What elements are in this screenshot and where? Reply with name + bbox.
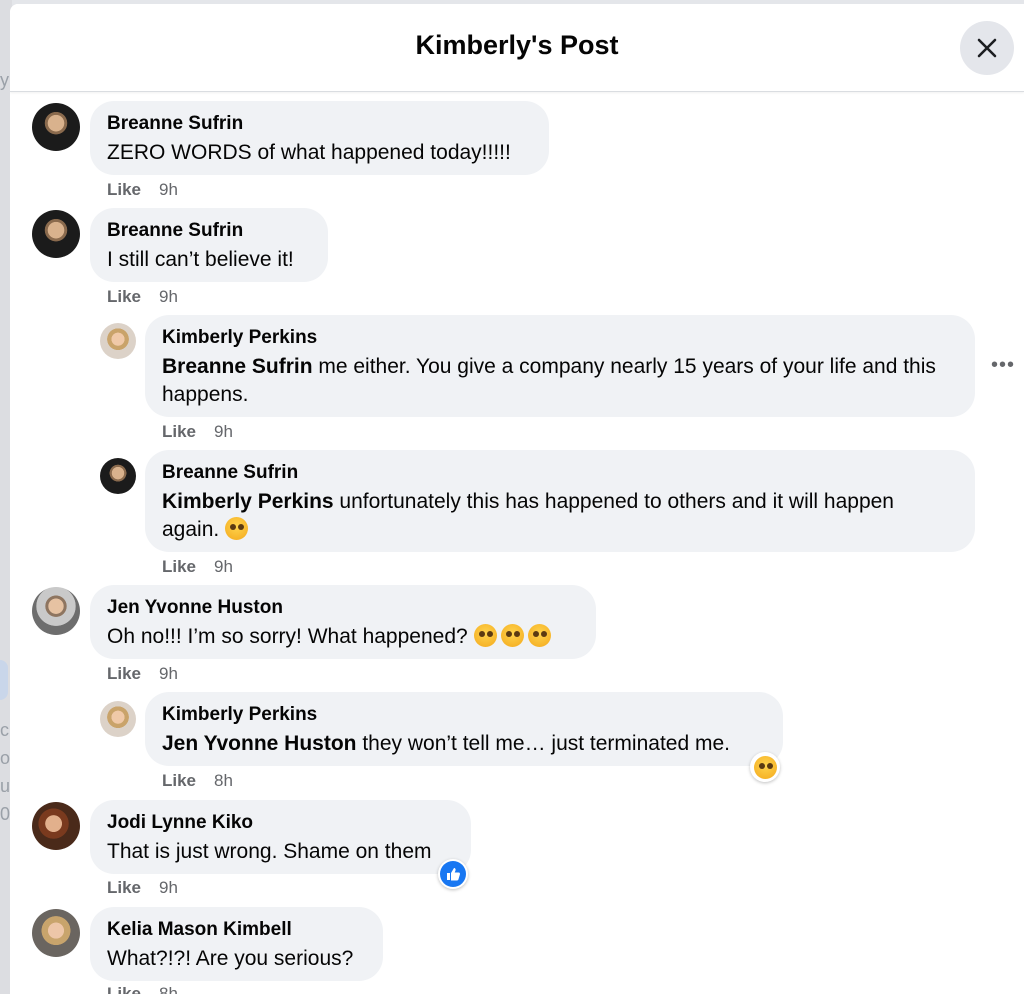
wow-reaction-icon: [753, 755, 777, 779]
comment-bubble: Jodi Lynne Kiko That is just wrong. Sham…: [90, 800, 471, 874]
disappointed-face-icon: [225, 517, 249, 540]
like-button[interactable]: Like: [107, 984, 141, 994]
comment-bubble: Kimberly Perkins Jen Yvonne Huston they …: [145, 692, 783, 766]
comment-text: Kimberly Perkins unfortunately this has …: [162, 490, 894, 541]
avatar[interactable]: [100, 701, 136, 737]
comment-actions: Like 9h: [162, 557, 233, 577]
comment-text: That is just wrong. Shame on them: [107, 840, 432, 863]
avatar[interactable]: [32, 587, 80, 635]
comment-author[interactable]: Jen Yvonne Huston: [107, 597, 578, 619]
comment-author[interactable]: Jodi Lynne Kiko: [107, 812, 453, 834]
comment-actions: Like 8h: [162, 771, 233, 791]
avatar[interactable]: [32, 103, 80, 151]
comment-bubble: Breanne Sufrin Kimberly Perkins unfortun…: [145, 450, 975, 552]
comment-bubble: Jen Yvonne Huston Oh no!!! I’m so sorry!…: [90, 585, 596, 659]
comment-actions: Like 9h: [162, 422, 233, 442]
post-modal: Kimberly's Post Breanne Sufrin ZERO WORD…: [10, 4, 1024, 994]
like-button[interactable]: Like: [107, 287, 141, 306]
comment-author[interactable]: Kimberly Perkins: [162, 327, 957, 349]
comment-author[interactable]: Breanne Sufrin: [162, 462, 957, 484]
modal-header: Kimberly's Post: [10, 4, 1024, 92]
comment-time[interactable]: 9h: [214, 422, 233, 441]
like-button[interactable]: Like: [162, 422, 196, 441]
comment-author[interactable]: Breanne Sufrin: [107, 220, 310, 242]
comment-text: Breanne Sufrin me either. You give a com…: [162, 355, 936, 406]
thumbs-up-icon: [440, 861, 466, 887]
comment-actions: Like 9h: [107, 878, 178, 898]
comment-text: Jen Yvonne Huston they won’t tell me… ju…: [162, 732, 730, 755]
avatar[interactable]: [100, 458, 136, 494]
comment-text: I still can’t believe it!: [107, 248, 294, 271]
comment-author[interactable]: Breanne Sufrin: [107, 113, 531, 135]
like-button[interactable]: Like: [107, 664, 141, 683]
comment-text: ZERO WORDS of what happened today!!!!!: [107, 141, 511, 164]
pleading-face-icon: [527, 624, 551, 647]
avatar[interactable]: [100, 323, 136, 359]
comment-time[interactable]: 8h: [214, 771, 233, 790]
comment-bubble: Kelia Mason Kimbell What?!?! Are you ser…: [90, 907, 383, 981]
wow-reaction[interactable]: [750, 752, 780, 782]
avatar[interactable]: [32, 802, 80, 850]
comment-text: What?!?! Are you serious?: [107, 947, 354, 970]
background-button: [0, 660, 8, 700]
avatar[interactable]: [32, 210, 80, 258]
mention-link[interactable]: Jen Yvonne Huston: [162, 732, 357, 755]
close-button[interactable]: [960, 21, 1014, 75]
comment-time[interactable]: 9h: [159, 664, 178, 683]
pleading-face-icon: [500, 624, 524, 647]
comment-author[interactable]: Kelia Mason Kimbell: [107, 919, 365, 941]
comment-time[interactable]: 9h: [159, 878, 178, 897]
comment-time[interactable]: 9h: [159, 180, 178, 199]
comment-author[interactable]: Kimberly Perkins: [162, 704, 765, 726]
comment-time[interactable]: 9h: [214, 557, 233, 576]
comment-bubble: Breanne Sufrin ZERO WORDS of what happen…: [90, 101, 549, 175]
comment-actions: Like 9h: [107, 180, 178, 200]
like-button[interactable]: Like: [162, 771, 196, 790]
mention-link[interactable]: Breanne Sufrin: [162, 355, 313, 378]
like-button[interactable]: Like: [162, 557, 196, 576]
mention-link[interactable]: Kimberly Perkins: [162, 490, 334, 513]
comment-actions: Like 9h: [107, 664, 178, 684]
more-options-button[interactable]: •••: [991, 354, 1015, 377]
like-button[interactable]: Like: [107, 180, 141, 199]
like-reaction[interactable]: [438, 859, 468, 889]
modal-title: Kimberly's Post: [415, 30, 619, 60]
comment-actions: Like 9h: [107, 287, 178, 307]
avatar[interactable]: [32, 909, 80, 957]
like-button[interactable]: Like: [107, 878, 141, 897]
comment-text: Oh no!!! I’m so sorry! What happened?: [107, 623, 578, 651]
pleading-face-icon: [473, 624, 497, 647]
comment-bubble: Kimberly Perkins Breanne Sufrin me eithe…: [145, 315, 975, 417]
close-icon: [977, 38, 997, 58]
comment-time[interactable]: 9h: [159, 287, 178, 306]
comment-bubble: Breanne Sufrin I still can’t believe it!: [90, 208, 328, 282]
comment-time[interactable]: 8h: [159, 984, 178, 994]
comment-actions: Like 8h: [107, 984, 178, 994]
